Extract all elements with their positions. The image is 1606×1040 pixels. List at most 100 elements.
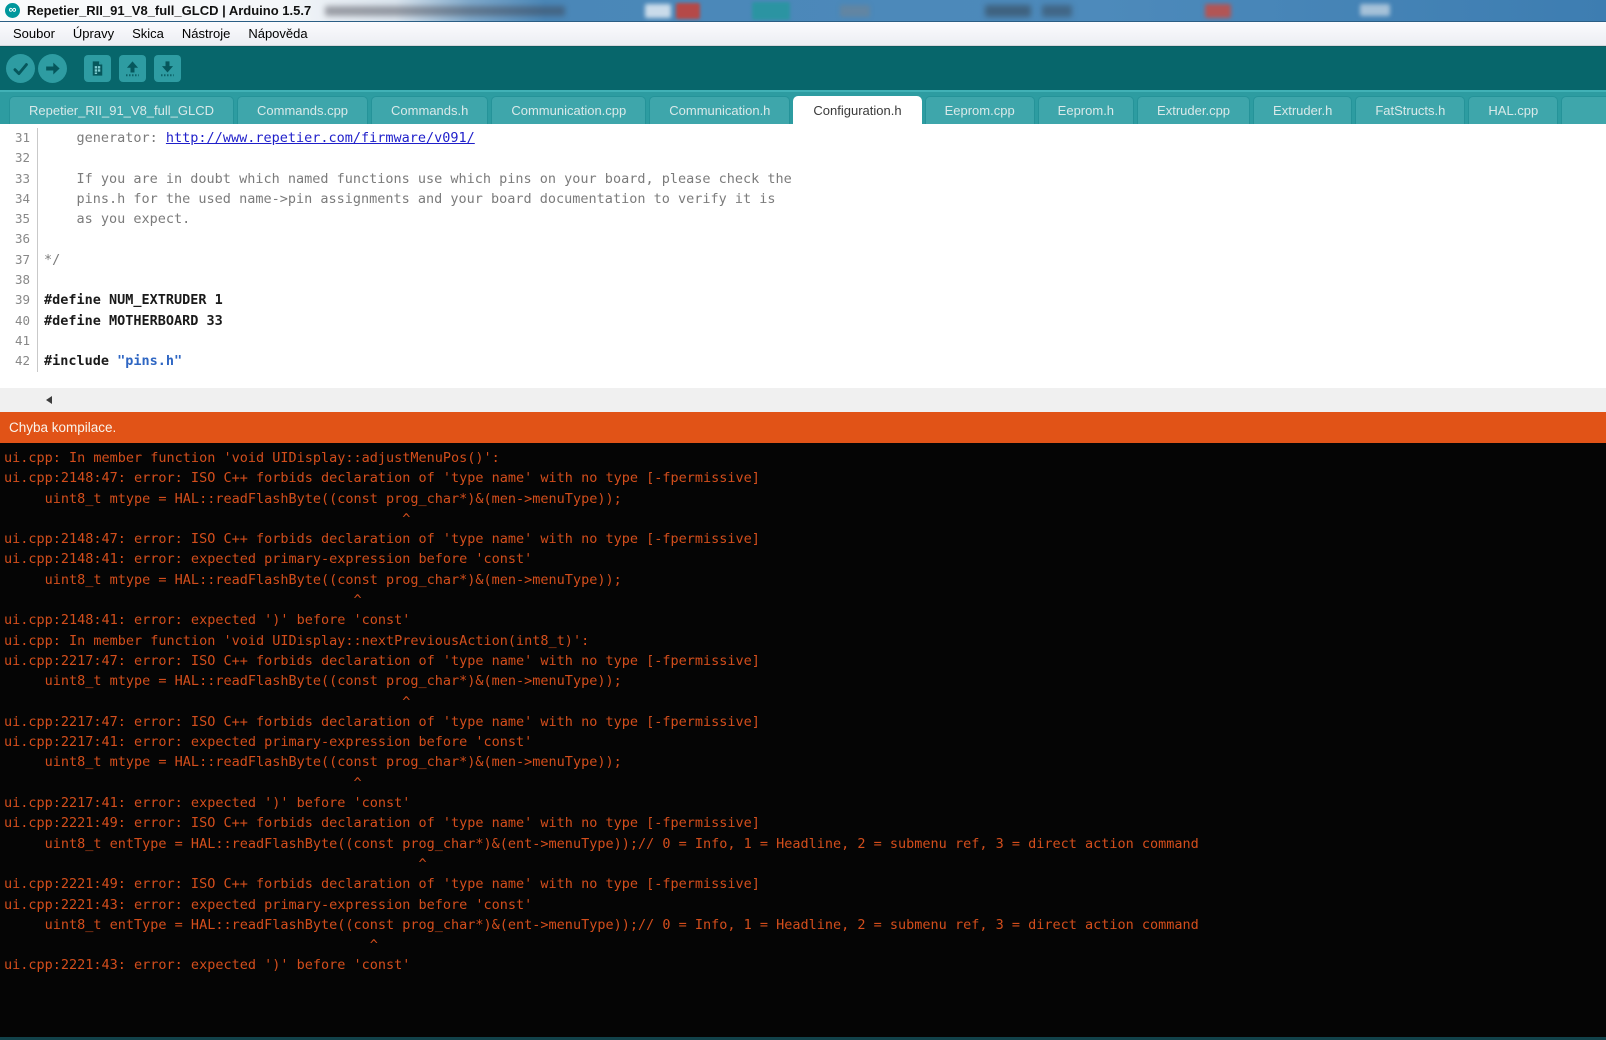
line-number: 34 [0, 189, 34, 209]
tab-communication-h[interactable]: Communication.h [649, 96, 790, 124]
gutter-separator [37, 351, 44, 371]
console-error-line: ui.cpp:2148:41: error: expected ')' befo… [4, 610, 1606, 630]
code-text: */ [44, 250, 60, 270]
console-error-line: ui.cpp:2217:47: error: ISO C++ forbids d… [4, 712, 1606, 732]
console-error-line: ui.cpp:2148:47: error: ISO C++ forbids d… [4, 468, 1606, 488]
console-output: ui.cpp: In member function 'void UIDispl… [0, 443, 1606, 1037]
console-error-line: ui.cpp:2217:41: error: expected ')' befo… [4, 793, 1606, 813]
code-text: #define MOTHERBOARD 33 [44, 311, 223, 331]
editor-line: 34 pins.h for the used name->pin assignm… [0, 189, 1606, 209]
new-sketch-button[interactable] [84, 55, 111, 82]
background-window-artifact [325, 6, 565, 16]
background-window-artifact [985, 5, 1031, 17]
editor-line: 37 */ [0, 250, 1606, 270]
editor-line: 31 generator: http://www.repetier.com/fi… [0, 128, 1606, 148]
verify-button[interactable] [6, 54, 35, 83]
console-error-line: ui.cpp:2217:47: error: ISO C++ forbids d… [4, 651, 1606, 671]
line-number: 37 [0, 250, 34, 270]
background-window-artifact [1042, 5, 1072, 17]
gutter-separator [37, 229, 44, 249]
arduino-infinity-icon: ∞ [5, 3, 20, 18]
line-number: 41 [0, 331, 34, 351]
editor-horizontal-scrollbar[interactable] [0, 388, 1606, 412]
console-caret-line: ^ [4, 773, 1606, 793]
background-window-artifact [676, 3, 700, 19]
tab-extruder-h[interactable]: Extruder.h [1253, 96, 1352, 124]
code-text: as you expect. [44, 209, 190, 229]
console-error-line: ui.cpp:2217:41: error: expected primary-… [4, 732, 1606, 752]
tab-eeprom-cpp[interactable]: Eeprom.cpp [925, 96, 1035, 124]
console-error-line: uint8_t entType = HAL::readFlashByte((co… [4, 834, 1606, 854]
compile-status-bar: Chyba kompilace. [0, 412, 1606, 443]
line-number: 39 [0, 290, 34, 310]
gutter-separator [37, 128, 44, 148]
tab-extruder-cpp[interactable]: Extruder.cpp [1137, 96, 1250, 124]
line-number: 40 [0, 311, 34, 331]
code-text: #include "pins.h" [44, 351, 182, 371]
save-button[interactable] [154, 55, 181, 82]
menu-item-pravy[interactable]: Úpravy [64, 22, 123, 45]
editor-line: 36 [0, 229, 1606, 249]
editor-line: 41 [0, 331, 1606, 351]
file-tab-strip: Repetier_RII_91_V8_full_GLCDCommands.cpp… [0, 90, 1606, 124]
tab-communication-cpp[interactable]: Communication.cpp [491, 96, 646, 124]
console-caret-line: ^ [4, 935, 1606, 955]
gutter-separator [37, 209, 44, 229]
editor-line: 39 #define NUM_EXTRUDER 1 [0, 290, 1606, 310]
background-window-artifact [1205, 4, 1231, 18]
arrow-down-icon [158, 59, 177, 78]
menu-item-n-pov-da[interactable]: Nápověda [239, 22, 316, 45]
console-error-line: uint8_t mtype = HAL::readFlashByte((cons… [4, 752, 1606, 772]
line-number: 38 [0, 270, 34, 290]
console-error-line: ui.cpp:2221:43: error: expected primary-… [4, 895, 1606, 915]
check-icon [11, 59, 30, 78]
background-window-artifact [1360, 4, 1390, 16]
toolbar [0, 46, 1606, 90]
tab-commands-h[interactable]: Commands.h [371, 96, 488, 124]
console-caret-line: ^ [4, 692, 1606, 712]
console-caret-line: ^ [4, 509, 1606, 529]
code-editor[interactable]: 31 generator: http://www.repetier.com/fi… [0, 124, 1606, 388]
tab-eeprom-h[interactable]: Eeprom.h [1038, 96, 1134, 124]
open-button[interactable] [119, 55, 146, 82]
gutter-separator [37, 331, 44, 351]
gutter-separator [37, 189, 44, 209]
code-text: If you are in doubt which named function… [44, 169, 792, 189]
repetier-firmware-link[interactable]: http://www.repetier.com/firmware/v091/ [166, 130, 475, 146]
tab-blank[interactable] [1561, 96, 1606, 124]
editor-line: 38 [0, 270, 1606, 290]
arrow-right-icon [43, 59, 62, 78]
console-error-line: ui.cpp:2221:43: error: expected ')' befo… [4, 955, 1606, 975]
line-number: 33 [0, 169, 34, 189]
line-number: 35 [0, 209, 34, 229]
gutter-separator [37, 290, 44, 310]
code-text: generator: http://www.repetier.com/firmw… [44, 128, 475, 148]
code-text: #define NUM_EXTRUDER 1 [44, 290, 223, 310]
line-number: 32 [0, 148, 34, 168]
gutter-separator [37, 148, 44, 168]
console-caret-line: ^ [4, 854, 1606, 874]
gutter-separator [37, 270, 44, 290]
console-error-line: ui.cpp:2148:41: error: expected primary-… [4, 549, 1606, 569]
menu-item-soubor[interactable]: Soubor [4, 22, 64, 45]
tab-repetier-rii-91-v8-full-glcd[interactable]: Repetier_RII_91_V8_full_GLCD [9, 96, 234, 124]
tab-fatstructs-h[interactable]: FatStructs.h [1355, 96, 1465, 124]
tab-commands-cpp[interactable]: Commands.cpp [237, 96, 368, 124]
code-text: pins.h for the used name->pin assignment… [44, 189, 776, 209]
console-error-line: ui.cpp:2221:49: error: ISO C++ forbids d… [4, 874, 1606, 894]
line-number: 31 [0, 128, 34, 148]
document-icon [88, 59, 107, 78]
window-title-bar: ∞ Repetier_RII_91_V8_full_GLCD | Arduino… [0, 0, 1606, 22]
console-error-line: ui.cpp:2221:49: error: ISO C++ forbids d… [4, 813, 1606, 833]
background-window-artifact [645, 4, 671, 18]
editor-line: 35 as you expect. [0, 209, 1606, 229]
gutter-separator [37, 169, 44, 189]
tab-hal-cpp[interactable]: HAL.cpp [1468, 96, 1558, 124]
tab-configuration-h[interactable]: Configuration.h [793, 96, 921, 124]
scrollbar-left-arrow-icon[interactable] [46, 396, 52, 404]
upload-button[interactable] [38, 54, 67, 83]
line-number: 36 [0, 229, 34, 249]
menu-item-n-stroje[interactable]: Nástroje [173, 22, 239, 45]
menu-item-skica[interactable]: Skica [123, 22, 173, 45]
console-error-line: uint8_t entType = HAL::readFlashByte((co… [4, 915, 1606, 935]
